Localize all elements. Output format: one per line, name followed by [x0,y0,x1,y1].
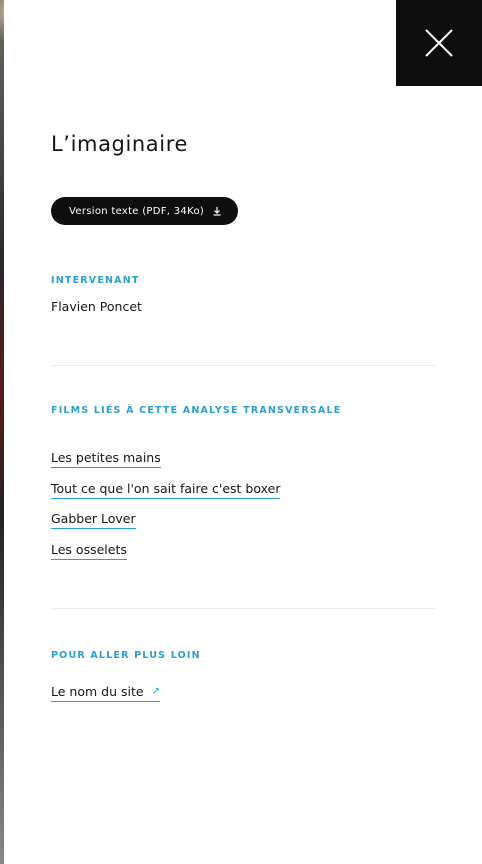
page: L’imaginaire Version texte (PDF, 34Ko) I… [0,0,482,864]
intervenant-heading: INTERVENANT [51,275,140,286]
film-link[interactable]: Tout ce que l'on sait faire c'est boxer [51,481,281,499]
pdf-download-label: Version texte (PDF, 34Ko) [69,205,205,217]
external-link-icon: ↗ [151,686,160,697]
external-site-link-label: Le nom du site [51,684,144,699]
pdf-download-button[interactable]: Version texte (PDF, 34Ko) [51,197,239,225]
page-title: L’imaginaire [51,132,189,156]
film-link[interactable]: Les osselets [51,542,127,560]
external-site-link[interactable]: Le nom du site ↗ [51,684,160,702]
further-heading: POUR ALLER PLUS LOIN [51,650,201,661]
side-panel: L’imaginaire Version texte (PDF, 34Ko) I… [4,0,482,864]
divider [51,365,435,366]
film-link[interactable]: Gabber Lover [51,511,136,529]
divider [51,608,435,609]
close-button[interactable] [396,0,482,86]
films-heading: FILMS LIÉS À CETTE ANALYSE TRANSVERSALE [51,405,342,416]
close-icon [425,29,453,57]
download-icon [213,207,221,216]
film-link[interactable]: Les petites mains [51,450,161,468]
intervenant-name: Flavien Poncet [51,299,142,314]
